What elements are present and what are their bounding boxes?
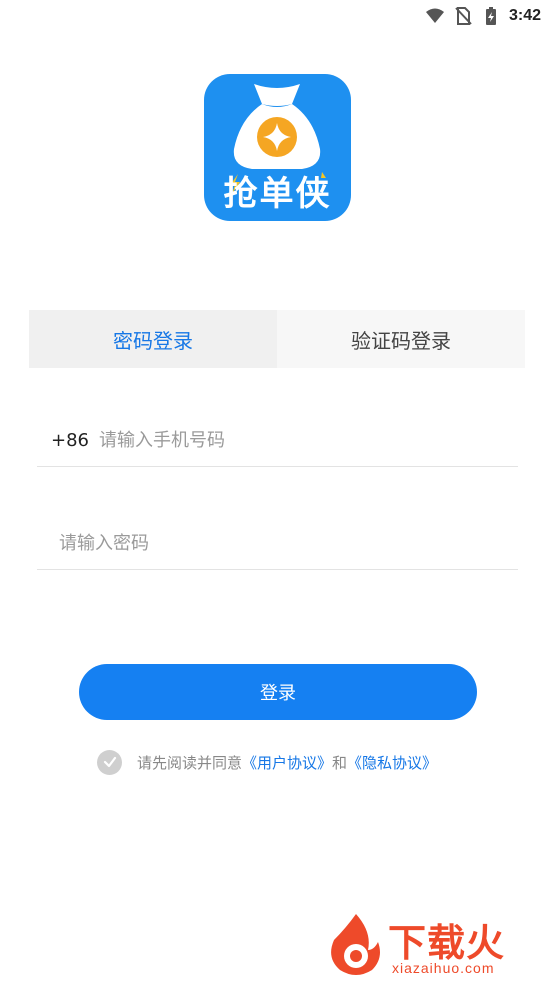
no-sim-icon: [453, 6, 473, 26]
agreement-prefix: 请先阅读并同意: [137, 753, 243, 772]
logo-text: 抢单侠: [223, 174, 332, 214]
watermark-subtitle: xiazaihuo.com: [392, 960, 495, 976]
agreement-conjunction: 和: [332, 753, 348, 772]
check-icon: [103, 756, 116, 768]
user-agreement-link[interactable]: 《用户协议》: [242, 752, 332, 773]
wifi-icon: [425, 6, 445, 26]
status-bar: 3:42: [0, 0, 553, 32]
tab-sms-code-login[interactable]: 验证码登录: [277, 310, 525, 368]
watermark-title: 下载火: [388, 921, 506, 965]
password-input[interactable]: [37, 523, 518, 564]
country-code[interactable]: +86: [37, 430, 99, 451]
flame-logo-icon: [331, 914, 380, 975]
password-field: [37, 518, 518, 570]
status-time: 3:42: [508, 7, 541, 24]
phone-input[interactable]: [99, 420, 518, 461]
login-screen: 3:42 抢单侠 密码登录 验证码登录 +86 登录 请先: [0, 0, 553, 983]
watermark: 下载火 xiazaihuo.com: [326, 910, 551, 980]
phone-field: +86: [37, 415, 518, 467]
battery-charging-icon: [481, 6, 501, 26]
agree-checkbox[interactable]: [97, 749, 122, 775]
agreement: 请先阅读并同意 《用户协议》 和 《隐私协议》: [97, 749, 437, 775]
privacy-policy-link[interactable]: 《隐私协议》: [347, 752, 437, 773]
app-logo: 抢单侠: [204, 74, 351, 221]
login-tabs: 密码登录 验证码登录: [29, 310, 525, 368]
tab-password-login[interactable]: 密码登录: [29, 310, 277, 368]
login-button[interactable]: 登录: [79, 664, 477, 720]
